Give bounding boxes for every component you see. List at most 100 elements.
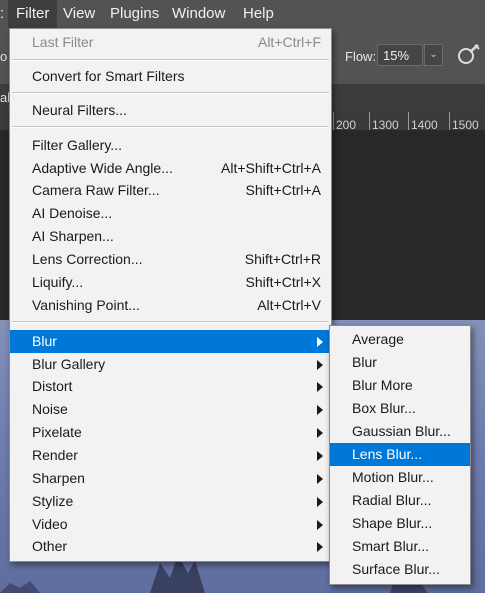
menu-item-label: Shape Blur... [352, 515, 433, 531]
submenu-item-lens-blur[interactable]: Lens Blur... [330, 443, 470, 466]
menu-item-label: Distort [32, 378, 73, 394]
menu-item-label: Surface Blur... [352, 561, 440, 577]
submenu-arrow-icon [317, 360, 323, 370]
flow-dropdown-button[interactable]: ⌄ [424, 44, 443, 66]
menu-filter[interactable]: Filter [8, 0, 58, 28]
menu-item-ai-denoise[interactable]: AI Denoise... [10, 202, 331, 225]
submenu-arrow-icon [317, 497, 323, 507]
menu-item-label: Box Blur... [352, 400, 416, 416]
submenu-item-motion-blur[interactable]: Motion Blur... [330, 466, 470, 489]
menu-item-stylize[interactable]: Stylize [10, 490, 331, 513]
submenu-item-shape-blur[interactable]: Shape Blur... [330, 512, 470, 535]
menu-separator [12, 92, 329, 94]
menu-item-label: Radial Blur... [352, 492, 432, 508]
menu-item-ai-sharpen[interactable]: AI Sharpen... [10, 225, 331, 248]
ruler-tick-line [408, 112, 409, 130]
submenu-item-radial-blur[interactable]: Radial Blur... [330, 489, 470, 512]
ruler-tick-label: 1300 [372, 118, 399, 132]
menu-item-shortcut: Alt+Shift+Ctrl+A [221, 160, 321, 176]
menu-item-other[interactable]: Other [10, 535, 331, 558]
menu-item-convert-smart-filters[interactable]: Convert for Smart Filters [10, 65, 331, 88]
airbrush-toggle-button[interactable] [455, 42, 481, 68]
menu-item-sharpen[interactable]: Sharpen [10, 467, 331, 490]
menu-item-label: Neural Filters... [32, 102, 127, 118]
menu-item-shortcut: Shift+Ctrl+A [245, 182, 321, 198]
ruler-tick-label: 1500 [452, 118, 479, 132]
ruler-tick-line [449, 112, 450, 130]
submenu-item-smart-blur[interactable]: Smart Blur... [330, 535, 470, 558]
submenu-arrow-icon [317, 474, 323, 484]
menu-item-vanishing-point[interactable]: Vanishing Point... Alt+Ctrl+V [10, 294, 331, 317]
menu-item-neural-filters[interactable]: Neural Filters... [10, 99, 331, 122]
submenu-arrow-icon [317, 337, 323, 347]
menu-item-label: Lens Blur... [352, 446, 423, 462]
menu-separator [12, 321, 329, 323]
menu-item-label: Other [32, 538, 68, 554]
optionsbar-edge-text: o [0, 49, 8, 64]
submenu-item-blur[interactable]: Blur [330, 351, 470, 374]
menu-item-noise[interactable]: Noise [10, 398, 331, 421]
menubar-edge-text: : [0, 5, 5, 22]
menu-item-label: Adaptive Wide Angle... [32, 160, 173, 176]
menu-item-label: Camera Raw Filter... [32, 182, 160, 198]
menu-window[interactable]: Window [164, 0, 233, 28]
airbrush-icon [458, 44, 480, 64]
menu-item-label: Gaussian Blur... [352, 423, 451, 439]
submenu-arrow-icon [317, 451, 323, 461]
menu-item-distort[interactable]: Distort [10, 375, 331, 398]
submenu-item-box-blur[interactable]: Box Blur... [330, 397, 470, 420]
menu-item-label: Stylize [32, 493, 74, 509]
menu-item-last-filter[interactable]: Last Filter Alt+Ctrl+F [10, 31, 331, 54]
submenu-arrow-icon [317, 428, 323, 438]
menu-item-label: Noise [32, 401, 68, 417]
menu-item-label: Vanishing Point... [32, 297, 140, 313]
menu-item-camera-raw-filter[interactable]: Camera Raw Filter... Shift+Ctrl+A [10, 179, 331, 202]
submenu-arrow-icon [317, 542, 323, 552]
menu-item-label: Liquify... [32, 274, 84, 290]
menu-separator [12, 126, 329, 128]
menu-item-label: Pixelate [32, 424, 82, 440]
menu-item-label: Blur More [352, 377, 413, 393]
menu-item-label: Filter Gallery... [32, 137, 122, 153]
submenu-arrow-icon [317, 520, 323, 530]
menu-item-shortcut: Alt+Ctrl+V [257, 297, 321, 313]
menu-item-label: Lens Correction... [32, 251, 143, 267]
menu-item-lens-correction[interactable]: Lens Correction... Shift+Ctrl+R [10, 248, 331, 271]
menu-item-adaptive-wide-angle[interactable]: Adaptive Wide Angle... Alt+Shift+Ctrl+A [10, 157, 331, 180]
submenu-item-blur-more[interactable]: Blur More [330, 374, 470, 397]
menu-item-shortcut: Shift+Ctrl+R [244, 251, 321, 267]
menu-item-label: Blur [32, 333, 57, 349]
submenu-arrow-icon [317, 405, 323, 415]
menu-item-label: Video [32, 516, 68, 532]
menu-item-pixelate[interactable]: Pixelate [10, 421, 331, 444]
ruler-tick-label: 1400 [411, 118, 438, 132]
menu-item-label: AI Sharpen... [32, 228, 114, 244]
menu-item-filter-gallery[interactable]: Filter Gallery... [10, 134, 331, 157]
menu-item-label: Last Filter [32, 34, 94, 50]
menu-item-label: Blur Gallery [32, 356, 106, 372]
menu-item-render[interactable]: Render [10, 444, 331, 467]
menu-item-blur[interactable]: Blur [10, 330, 331, 353]
menu-item-label: Convert for Smart Filters [32, 68, 185, 84]
menu-item-blur-gallery[interactable]: Blur Gallery [10, 353, 331, 376]
menu-item-label: Blur [352, 354, 377, 370]
menu-item-label: Motion Blur... [352, 469, 434, 485]
ruler-tick-label: 200 [336, 118, 357, 132]
menu-help[interactable]: Help [235, 0, 282, 28]
submenu-item-surface-blur[interactable]: Surface Blur... [330, 558, 470, 581]
menu-item-label: Render [32, 447, 78, 463]
menu-view[interactable]: View [55, 0, 103, 28]
submenu-item-average[interactable]: Average [330, 328, 470, 351]
menu-item-liquify[interactable]: Liquify... Shift+Ctrl+X [10, 271, 331, 294]
flow-input[interactable]: 15% [377, 44, 423, 66]
menu-item-label: AI Denoise... [32, 205, 113, 221]
menu-separator [12, 59, 329, 61]
menu-plugins[interactable]: Plugins [102, 0, 167, 28]
menu-bar: : Filter View Plugins Window Help [0, 0, 485, 28]
blur-submenu: Average Blur Blur More Box Blur... Gauss… [329, 325, 471, 585]
ruler-tick-line [369, 112, 370, 130]
submenu-item-gaussian-blur[interactable]: Gaussian Blur... [330, 420, 470, 443]
menu-item-label: Smart Blur... [352, 538, 430, 554]
menu-item-label: Average [352, 331, 404, 347]
menu-item-video[interactable]: Video [10, 513, 331, 536]
